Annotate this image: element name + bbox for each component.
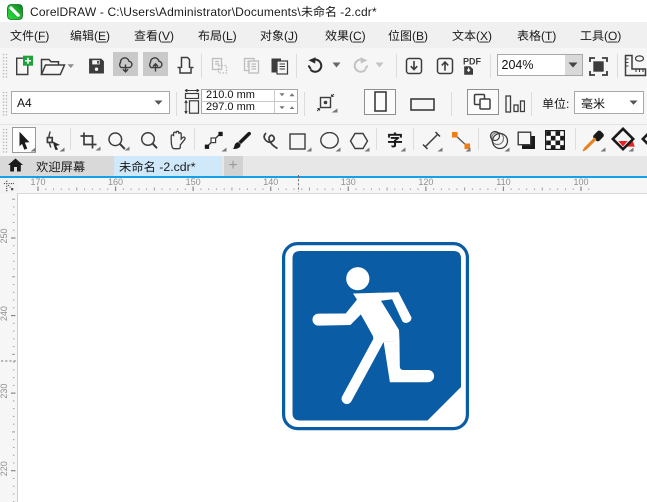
svg-text:120: 120 — [418, 178, 433, 187]
svg-text:100: 100 — [573, 178, 588, 187]
svg-text:PDF: PDF — [463, 56, 482, 66]
svg-text:150: 150 — [185, 178, 200, 187]
svg-text:140: 140 — [263, 178, 278, 187]
svg-text:110: 110 — [496, 178, 510, 187]
svg-text:130: 130 — [340, 178, 355, 187]
svg-text:230: 230 — [0, 384, 9, 399]
svg-text:160: 160 — [108, 178, 123, 187]
svg-text:220: 220 — [0, 461, 9, 476]
svg-text:240: 240 — [0, 306, 9, 321]
svg-text:170: 170 — [30, 178, 45, 187]
svg-text:250: 250 — [0, 228, 9, 243]
